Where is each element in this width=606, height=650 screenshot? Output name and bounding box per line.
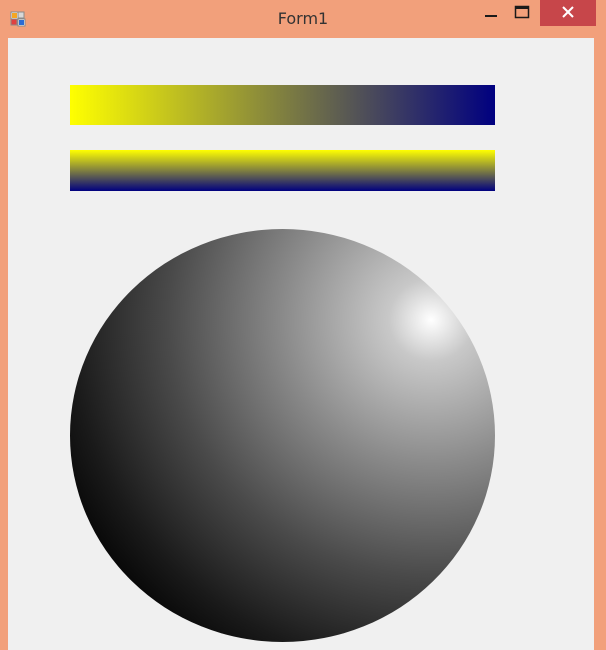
close-icon: [561, 4, 575, 23]
horizontal-gradient-bar: [70, 85, 495, 125]
maximize-icon: [514, 4, 530, 23]
close-button[interactable]: [540, 0, 596, 26]
vertical-gradient-bar: [70, 150, 495, 191]
form-client-area: [8, 38, 594, 650]
title-bar[interactable]: Form1: [0, 0, 606, 38]
minimize-icon: [484, 4, 498, 23]
form-window: Form1: [0, 0, 606, 650]
minimize-button[interactable]: [477, 0, 505, 26]
radial-gradient-sphere: [70, 229, 495, 642]
maximize-button[interactable]: [508, 0, 536, 26]
app-icon[interactable]: [10, 11, 26, 27]
